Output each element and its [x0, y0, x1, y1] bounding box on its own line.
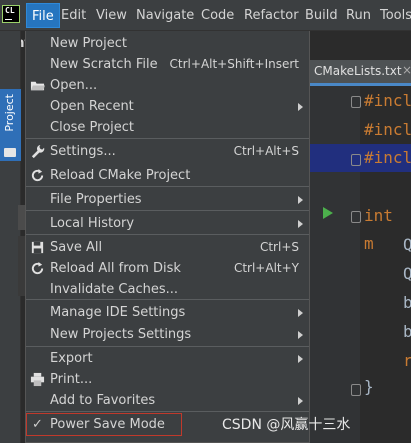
- tree-selection: [18, 205, 25, 230]
- menu-item-shortcut: Ctrl+Alt+S: [233, 144, 299, 158]
- menu-item-shortcut: Ctrl+Alt+Y: [233, 261, 299, 275]
- menu-item-label: Save All: [50, 240, 103, 255]
- submenu-arrow-icon: [298, 397, 303, 405]
- menu-view[interactable]: View: [91, 3, 132, 28]
- clion-logo-icon[interactable]: CL: [2, 5, 20, 23]
- menu-item-export[interactable]: Export: [26, 347, 309, 370]
- folder-icon: [4, 148, 16, 157]
- menu-refactor[interactable]: Refactor: [239, 3, 304, 28]
- menu-build[interactable]: Build: [300, 3, 343, 28]
- menu-item-label: Local History: [50, 216, 135, 231]
- menu-item-reload-cmake-project[interactable]: Reload CMake Project: [26, 164, 309, 187]
- code-line[interactable]: Q: [403, 260, 411, 288]
- tree-area: [18, 236, 25, 296]
- menu-navigate[interactable]: Navigate: [131, 3, 199, 28]
- menu-item-label: Invalidate Caches...: [50, 282, 179, 297]
- submenu-arrow-icon: [298, 355, 303, 363]
- code-line[interactable]: }: [364, 377, 374, 396]
- menu-item-reload-all-from-disk[interactable]: Reload All from Disk Ctrl+Alt+Y: [26, 257, 309, 280]
- code-line[interactable]: b: [403, 318, 411, 346]
- submenu-arrow-icon: [298, 220, 303, 228]
- code-line[interactable]: int m: [364, 202, 411, 253]
- fold-icon[interactable]: [351, 384, 361, 396]
- fold-icon[interactable]: [351, 96, 361, 108]
- menu-separator: [26, 138, 309, 139]
- menu-item-settings[interactable]: Settings... Ctrl+Alt+S: [26, 140, 309, 163]
- fold-icon[interactable]: [351, 154, 361, 166]
- project-tool-tab[interactable]: Project: [0, 89, 21, 161]
- code-line[interactable]: r: [403, 347, 411, 375]
- menubar: CL File Edit View Navigate Code Refactor…: [0, 0, 411, 31]
- folder-open-icon: [30, 81, 45, 91]
- code-line[interactable]: #incl: [364, 144, 411, 172]
- close-icon[interactable]: ×: [402, 63, 411, 77]
- menu-item-label: Power Save Mode: [50, 417, 165, 432]
- menu-file[interactable]: File: [26, 3, 60, 28]
- code-line[interactable]: #incl: [364, 87, 411, 115]
- menu-item-open[interactable]: Open...: [26, 74, 309, 97]
- logo-text: CL: [5, 6, 15, 15]
- menu-item-power-save-mode[interactable]: ✓ Power Save Mode: [26, 413, 182, 436]
- menu-item-invalidate-caches[interactable]: Invalidate Caches...: [26, 278, 309, 301]
- menu-item-print[interactable]: Print...: [26, 368, 309, 391]
- menu-item-local-history[interactable]: Local History: [26, 212, 309, 235]
- menu-item-manage-ide-settings[interactable]: Manage IDE Settings: [26, 301, 309, 324]
- menu-item-save-all[interactable]: Save All Ctrl+S: [26, 236, 309, 259]
- menu-item-label: Reload All from Disk: [50, 261, 181, 276]
- menu-item-label: Print...: [50, 372, 93, 387]
- menu-item-file-properties[interactable]: File Properties: [26, 188, 309, 211]
- menu-item-open-recent[interactable]: Open Recent: [26, 95, 309, 118]
- checkmark-icon: ✓: [32, 417, 43, 432]
- menu-separator: [26, 210, 309, 211]
- menu-item-label: New Projects Settings: [50, 327, 192, 342]
- code-line[interactable]: #incl: [364, 116, 411, 144]
- menu-item-label: Reload CMake Project: [50, 168, 191, 183]
- menu-item-add-to-favorites[interactable]: Add to Favorites: [26, 389, 309, 412]
- submenu-arrow-icon: [298, 309, 303, 317]
- menu-run[interactable]: Run: [341, 3, 376, 28]
- run-gutter-icon[interactable]: [323, 207, 333, 219]
- menu-item-label: New Scratch File: [50, 57, 158, 72]
- menu-item-label: Add to Favorites: [50, 393, 156, 408]
- submenu-arrow-icon: [298, 331, 303, 339]
- editor-tab-cmakelists[interactable]: CMakeLists.txt ×: [310, 60, 411, 86]
- menu-edit[interactable]: Edit: [56, 3, 91, 28]
- menu-item-label: Manage IDE Settings: [50, 305, 186, 320]
- menu-item-new-scratch-file[interactable]: New Scratch File Ctrl+Alt+Shift+Insert: [26, 53, 309, 76]
- menu-tools[interactable]: Tools: [375, 3, 411, 28]
- reload-icon: [31, 168, 44, 182]
- menu-separator: [26, 411, 309, 412]
- menu-item-shortcut: Ctrl+S: [259, 240, 299, 254]
- code-line[interactable]: b: [403, 289, 411, 317]
- file-menu-dropdown: New Project New Scratch File Ctrl+Alt+Sh…: [25, 31, 310, 443]
- submenu-arrow-icon: [298, 103, 303, 111]
- menu-item-label: Export: [50, 351, 93, 366]
- menu-item-new-project[interactable]: New Project: [26, 32, 309, 55]
- menu-item-label: Settings...: [50, 144, 116, 159]
- project-tab-label: Project: [3, 94, 16, 132]
- menu-item-new-projects-settings[interactable]: New Projects Settings: [26, 323, 309, 346]
- menu-separator: [26, 234, 309, 235]
- menu-item-label: Open Recent: [50, 99, 134, 114]
- menu-separator: [26, 186, 309, 187]
- menu-item-label: New Project: [50, 36, 127, 51]
- menu-separator: [26, 299, 309, 300]
- watermark: CSDN @风赢十三水: [222, 417, 351, 433]
- submenu-arrow-icon: [298, 196, 303, 204]
- fold-icon[interactable]: [351, 211, 361, 223]
- code-line[interactable]: Q: [403, 231, 411, 259]
- menu-item-shortcut: Ctrl+Alt+Shift+Insert: [169, 57, 299, 71]
- editor-tab-label: CMakeLists.txt: [314, 64, 402, 78]
- menu-item-label: Close Project: [50, 120, 135, 135]
- menu-item-label: File Properties: [50, 192, 142, 207]
- save-icon: [31, 241, 44, 254]
- menu-item-label: Open...: [50, 78, 98, 93]
- reload-icon: [31, 261, 44, 275]
- code-keyword: int m: [364, 206, 393, 253]
- printer-icon: [30, 372, 45, 387]
- menu-item-close-project[interactable]: Close Project: [26, 116, 309, 139]
- wrench-icon: [31, 144, 45, 159]
- menu-code[interactable]: Code: [196, 3, 239, 28]
